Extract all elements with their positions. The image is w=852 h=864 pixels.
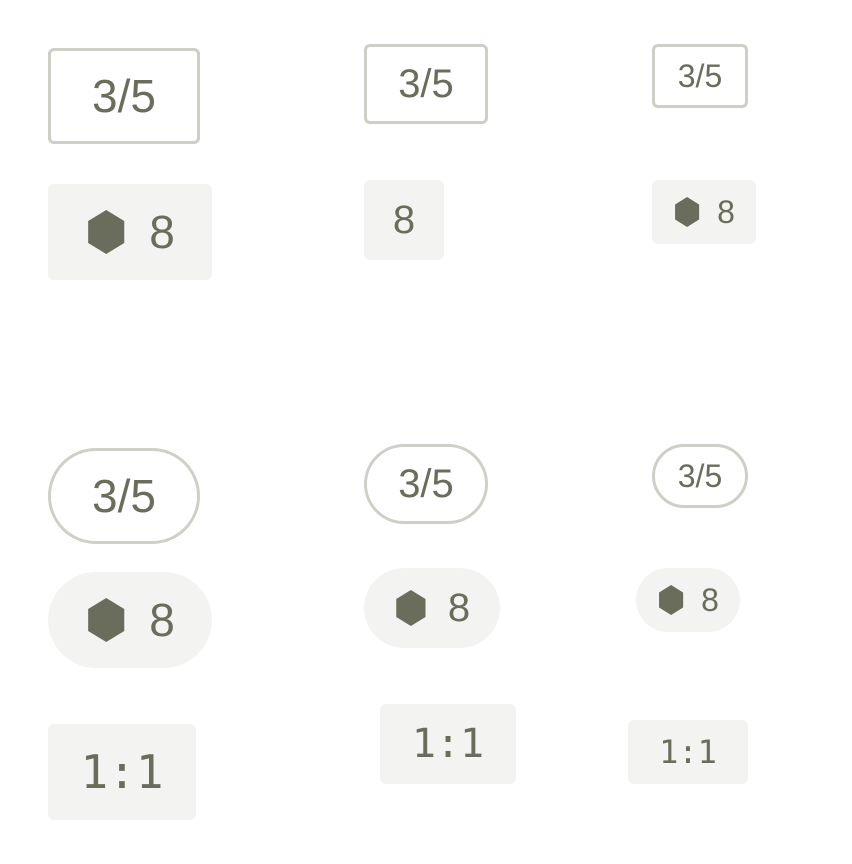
count-badge-label: 8 [701,582,719,618]
count-badge-label: 8 [392,198,416,242]
aspect-badge-label: 1:1 [80,745,164,799]
count-badge-pill-large: 8 [48,572,212,668]
count-badge-square-large: 8 [48,184,212,280]
ratio-badge-square-medium: 3/5 [364,44,488,124]
hexagon-icon [396,590,426,626]
hexagon-icon [675,197,700,227]
ratio-badge-label: 3/5 [92,70,156,122]
count-badge-square-medium: 8 [364,180,444,260]
ratio-badge-label: 3/5 [398,62,454,106]
hexagon-icon [88,598,125,642]
aspect-badge-medium: 1:1 [380,704,516,784]
ratio-badge-pill-small: 3/5 [652,444,748,508]
ratio-badge-label: 3/5 [398,462,454,506]
ratio-badge-label: 3/5 [677,58,723,94]
count-badge-label: 8 [149,206,175,258]
aspect-badge-small: 1:1 [628,720,748,784]
ratio-badge-label: 3/5 [677,458,723,494]
count-badge-label: 8 [149,594,175,646]
ratio-badge-pill-medium: 3/5 [364,444,488,524]
count-badge-pill-small: 8 [636,568,740,632]
hexagon-icon [659,585,684,615]
aspect-badge-label: 1:1 [411,721,485,767]
ratio-badge-label: 3/5 [92,470,156,522]
count-badge-label: 8 [447,586,471,630]
aspect-badge-label: 1:1 [659,733,717,771]
ratio-badge-square-large: 3/5 [48,48,200,144]
count-badge-pill-medium: 8 [364,568,500,648]
ratio-badge-pill-large: 3/5 [48,448,200,544]
aspect-badge-large: 1:1 [48,724,196,820]
count-badge-square-small: 8 [652,180,756,244]
ratio-badge-square-small: 3/5 [652,44,748,108]
hexagon-icon [88,210,125,254]
count-badge-label: 8 [717,194,735,230]
